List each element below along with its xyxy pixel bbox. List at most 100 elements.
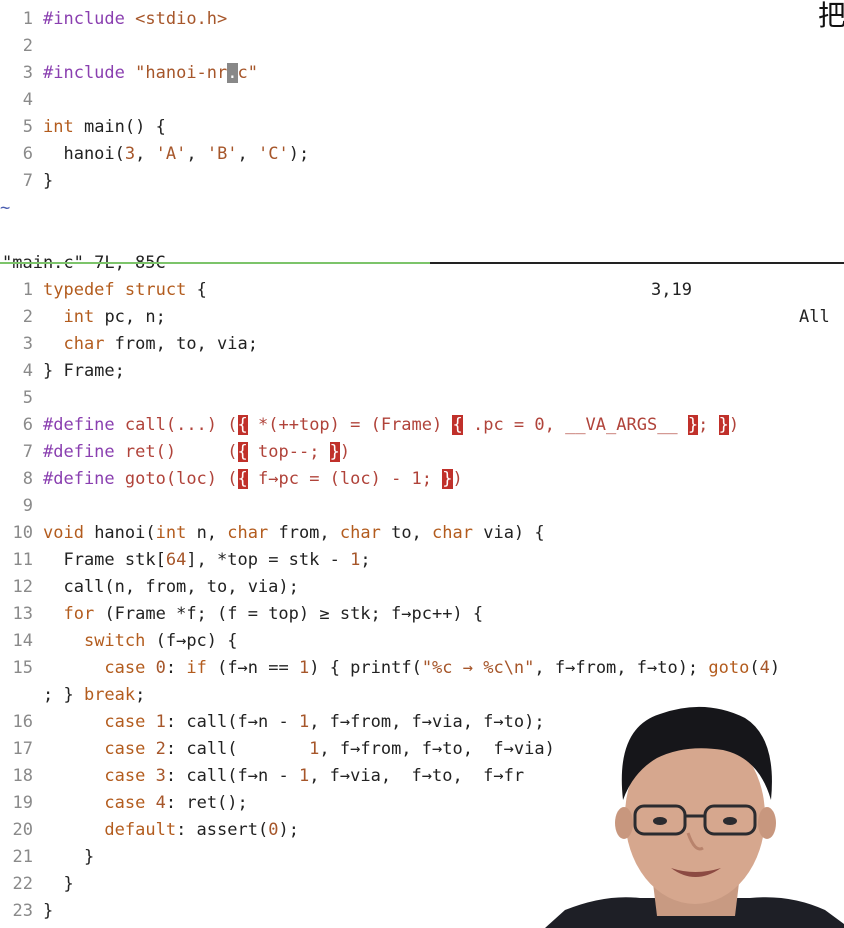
code-token: switch [83,631,146,651]
code-line[interactable]: 4} Frame; [0,358,844,385]
code-text: case 2: call( 1, f→from, f→to, f→via) [104,739,555,759]
code-token: 2 [155,739,166,759]
code-line[interactable]: 7 #define ret() ({ top--; }) [0,439,844,466]
code-token: case [104,766,146,786]
line-number: 7 [22,442,33,462]
code-line[interactable]: 1 #include <stdio.h> [0,6,844,33]
code-line[interactable]: 14 switch (f→pc) { [0,628,844,655]
line-number: 18 [12,766,33,786]
line-number: 22 [12,874,33,894]
code-token: 'C' [258,144,289,164]
code-token: case [104,712,146,732]
empty-line-marker: ~ [0,198,11,218]
line-number: 5 [22,388,33,408]
code-text: int pc, n; [63,307,166,327]
code-line[interactable]: 6 hanoi(3, 'A', 'B', 'C'); [0,141,844,168]
code-text: case 1: call(f→n - 1, f→from, f→via, f→t… [104,712,545,732]
code-token: 64 [165,550,187,570]
code-token: ({ top--; }) [227,442,351,462]
split-active-indicator [0,262,430,264]
code-line[interactable]: 12 call(n, from, to, via); [0,574,844,601]
line-number: 2 [22,36,33,56]
code-line[interactable]: 6 #define call(...) ({ *(++top) = (Frame)… [0,412,844,439]
code-text: void hanoi(int n, char from, char to, ch… [43,523,545,543]
status-line: "main.c" 7L, 85C 3,19 All [0,223,844,327]
code-text: #define goto(loc) ({ f→pc = (loc) - 1; }… [43,469,463,489]
code-text: #include "hanoi-nr.c" [43,63,258,83]
code-token: "hanoi-nr.c" [135,63,258,83]
line-number: 13 [12,604,33,624]
code-token: 3 [124,144,136,164]
code-line[interactable]: 8 #define goto(loc) ({ f→pc = (loc) - 1; … [0,466,844,493]
code-line[interactable]: 5 int main() { [0,114,844,141]
code-text: case 0: if (f→n == 1) { printf("%c → %c\… [104,658,781,678]
code-token: 1 [298,712,310,732]
code-token: int [43,117,74,137]
code-token: #include [43,63,125,83]
code-line[interactable]: 10 void hanoi(int n, char from, char to, … [0,520,844,547]
code-token: case [104,793,146,813]
line-number: 3 [22,63,33,83]
code-text: #define call(...) ({ *(++top) = (Frame) … [43,415,739,435]
code-token: #define [43,415,115,435]
code-line[interactable]: 7} [0,168,844,195]
code-token: call(...) [124,415,218,435]
code-text: } [43,874,74,894]
code-line[interactable]: 3 char from, to, via; [0,331,844,358]
code-token: int [63,307,95,327]
code-token: struct [124,280,187,300]
line-number: 21 [12,847,33,867]
code-line[interactable]: 5 [0,385,844,412]
matched-bracket: { [237,442,248,462]
code-text: switch (f→pc) { [83,631,238,651]
code-line[interactable]: 3 #include "hanoi-nr.c" [0,60,844,87]
line-number: 3 [22,334,33,354]
top-editor-pane[interactable]: 1 #include <stdio.h> 2 3 #include "hanoi-n… [0,6,844,195]
line-number: 6 [22,415,33,435]
code-line[interactable]: 2 [0,33,844,60]
code-line[interactable]: 9 [0,493,844,520]
code-text: #include <stdio.h> [43,9,227,29]
code-token: ret() [124,442,177,462]
code-text: Frame stk[64], *top = stk - 1; [43,550,371,570]
code-token: "%c → %c\n" [421,658,535,678]
code-line[interactable]: 15 case 0: if (f→n == 1) { printf("%c → … [0,655,844,682]
code-text: #define ret() ({ top--; }) [43,442,350,462]
code-text: case 4: ret(); [104,793,248,813]
code-token: case [104,739,146,759]
code-text: case 3: call(f→n - 1, f→via, f→to, f→fr [104,766,525,786]
line-number: 1 [22,280,33,300]
presenter-webcam-overlay [545,706,844,928]
code-token: ({ f→pc = (loc) - 1; }) [227,469,463,489]
code-token: for [63,604,95,624]
code-token: 1 [298,766,310,786]
line-number: 12 [12,577,33,597]
code-text: } [43,901,54,921]
code-line[interactable]: 13 for (Frame *f; (f = top) ≥ stk; f→pc+… [0,601,844,628]
code-token: default [104,820,177,840]
code-line[interactable]: 1 typedef struct { [0,277,844,304]
code-token: int [155,523,187,543]
line-number: 2 [22,307,33,327]
line-number: 14 [12,631,33,651]
line-number: 1 [22,9,33,29]
matched-bracket: { [237,415,248,435]
code-line[interactable]: 2 int pc, n; [0,304,844,331]
code-token: 4 [759,658,770,678]
window-split-divider[interactable] [0,262,844,264]
code-token: ({ *(++top) = (Frame) { .pc = 0, __VA_AR… [227,415,740,435]
line-number: 8 [22,469,33,489]
code-token: 1 [309,739,320,759]
code-token: if [186,658,207,678]
code-text: int main() { [43,117,166,137]
line-number: 7 [22,171,33,191]
line-number: 23 [12,901,33,921]
line-number: 20 [12,820,33,840]
code-token: 1 [155,712,166,732]
code-token: #include [43,9,125,29]
code-token: break [83,685,136,705]
code-token: #define [43,442,115,462]
code-line[interactable]: 4 [0,87,844,114]
code-line[interactable]: 11 Frame stk[64], *top = stk - 1; [0,547,844,574]
matched-bracket: { [237,469,248,489]
